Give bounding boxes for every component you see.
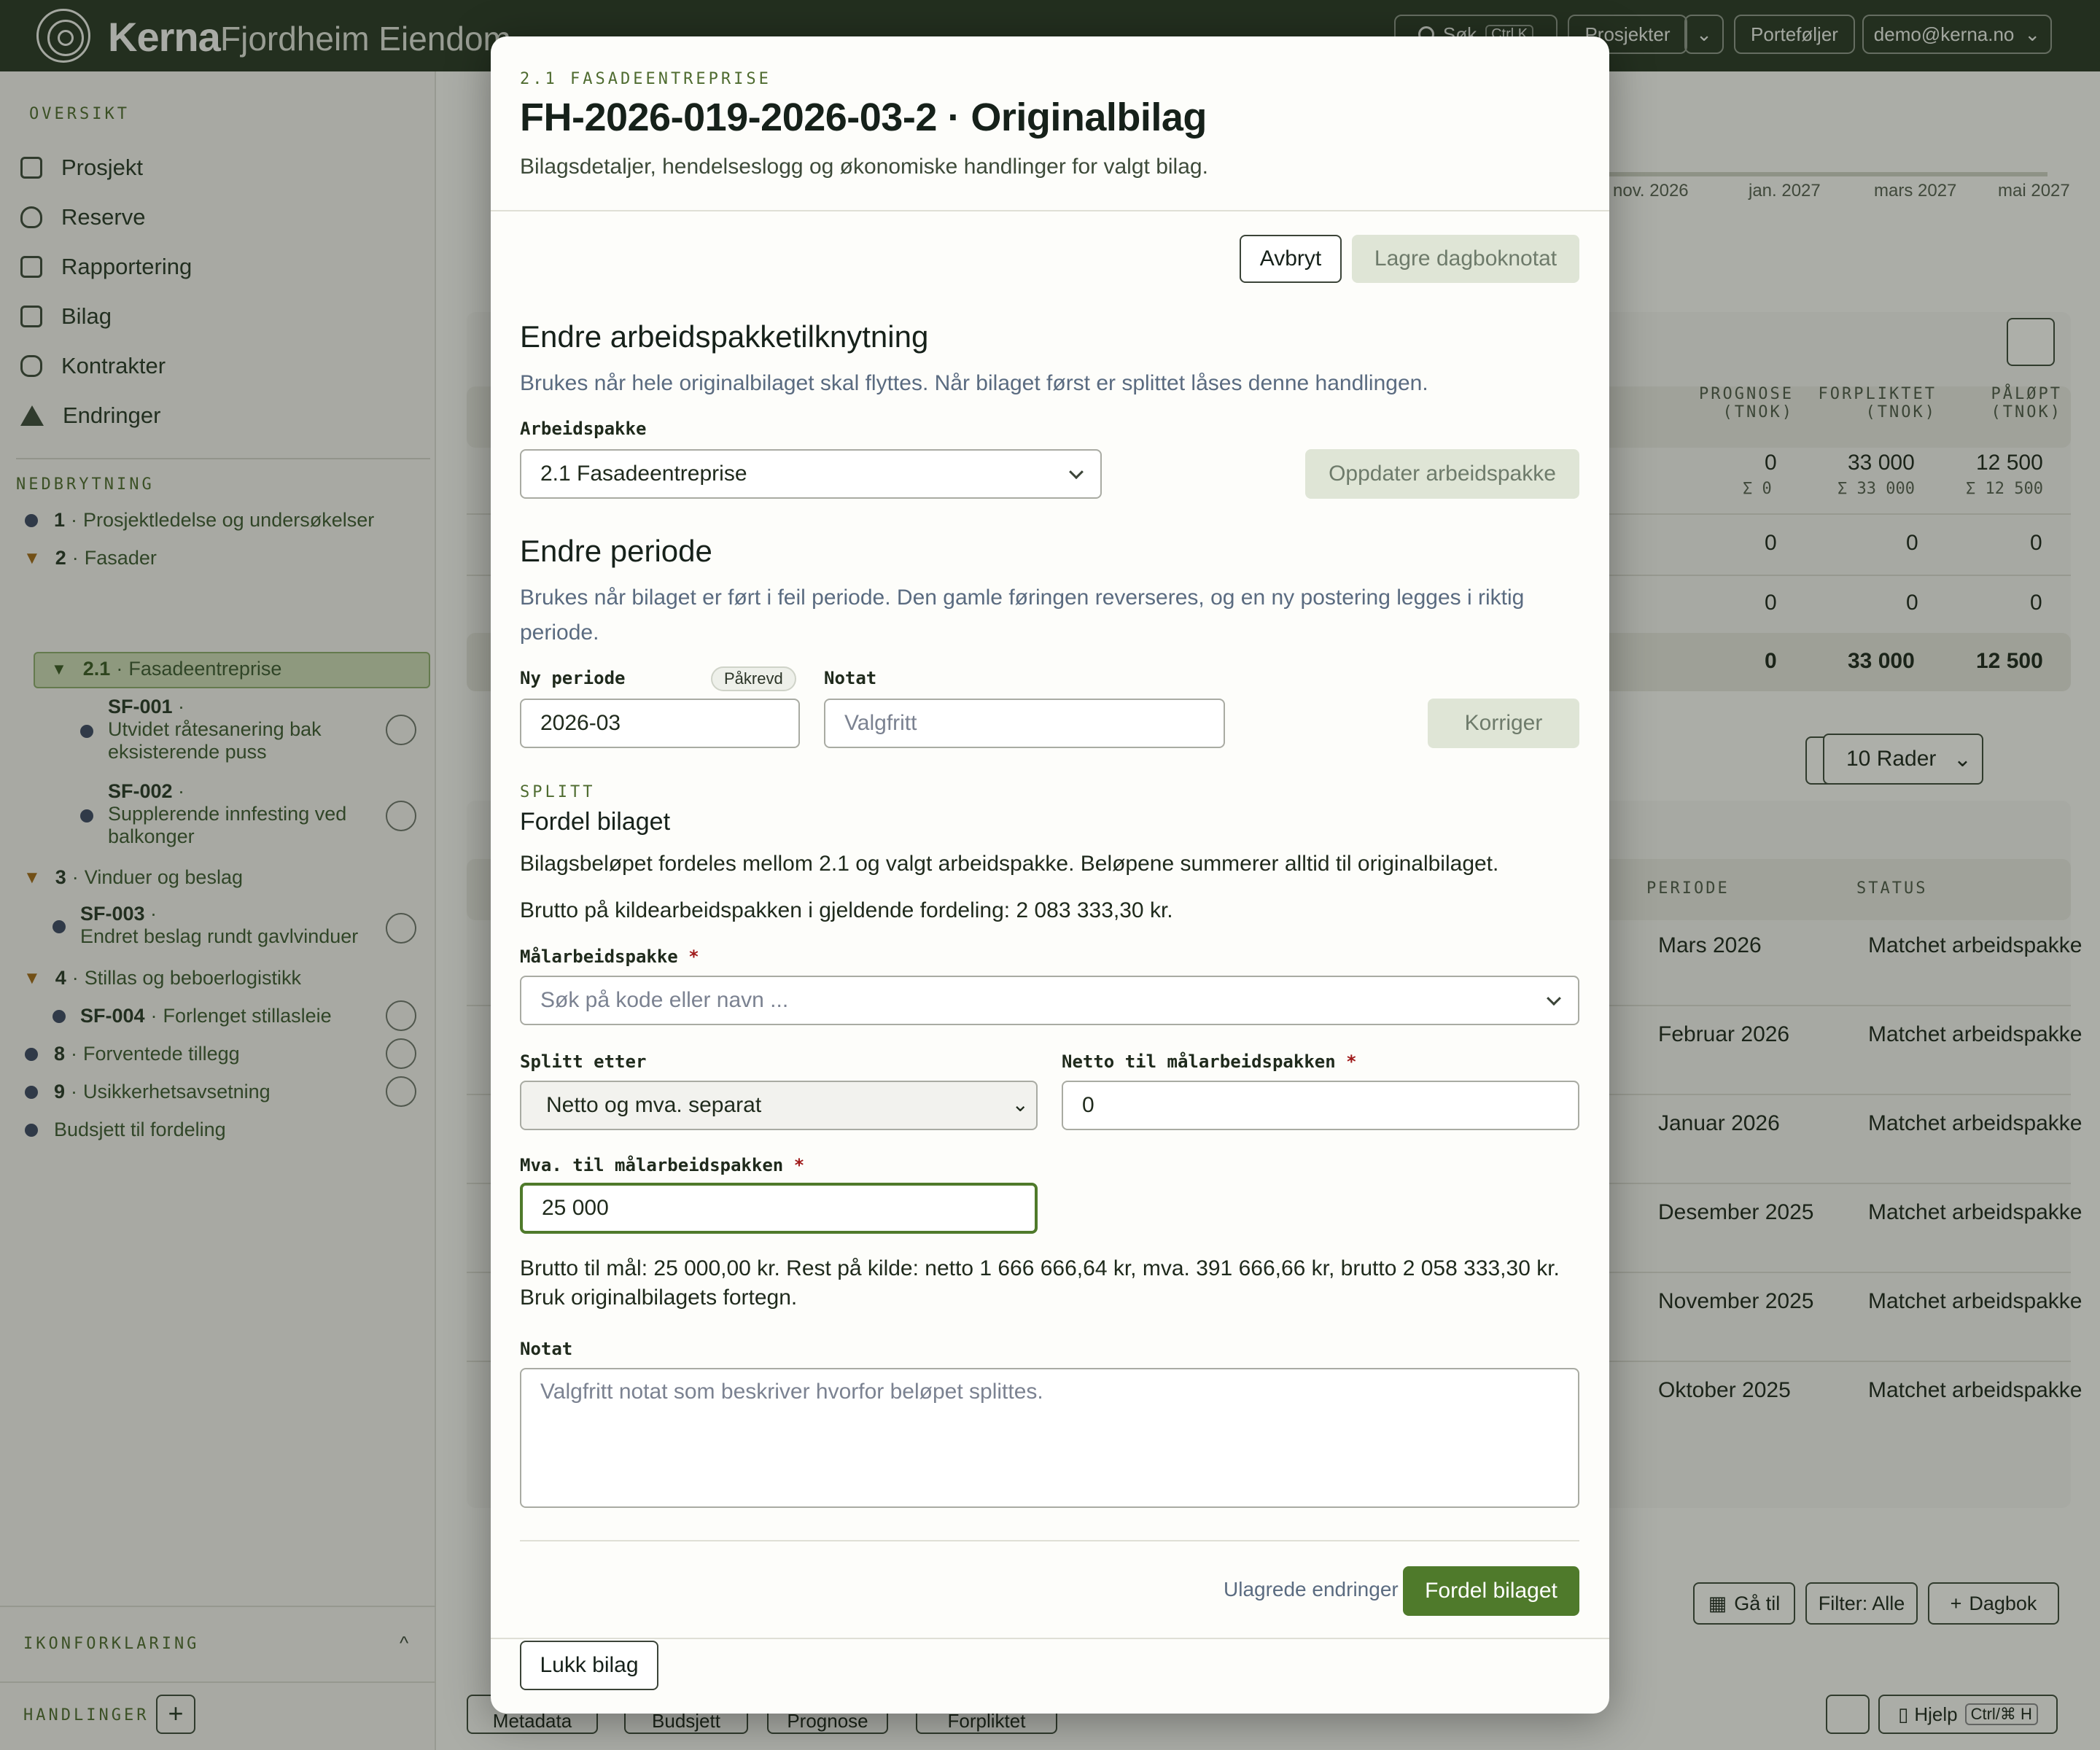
dialog-subtitle: Bilagsdetaljer, hendelseslogg og økonomi…	[520, 155, 1208, 179]
split-heading: Fordel bilaget	[520, 808, 671, 836]
split-by-select[interactable]: Netto og mva. separat ⌄	[520, 1081, 1038, 1130]
work-package-label: Arbeidspakke	[520, 419, 647, 439]
new-period-label: Ny periode	[520, 668, 626, 688]
unsaved-changes-text: Ulagrede endringer	[1224, 1578, 1399, 1601]
target-wp-search[interactable]: Søk på kode eller navn ...	[520, 976, 1579, 1025]
split-note-textarea[interactable]: Valgfritt notat som beskriver hvorfor be…	[520, 1368, 1579, 1508]
vat-to-target-label: Mva. til målarbeidspakken *	[520, 1155, 805, 1175]
split-by-label: Splitt etter	[520, 1051, 647, 1072]
chevron-down-icon	[1547, 991, 1561, 1006]
change-wp-description: Brukes når hele originalbilaget skal fly…	[520, 371, 1428, 395]
close-voucher-button[interactable]: Lukk bilag	[520, 1641, 658, 1690]
change-period-heading: Endre periode	[520, 534, 712, 568]
work-package-select[interactable]: 2.1 Fasadeentreprise	[520, 449, 1102, 499]
chevron-updown-icon: ⌄	[1011, 1093, 1029, 1116]
net-to-target-label: Netto til målarbeidspakken *	[1062, 1051, 1357, 1072]
split-eyebrow: SPLITT	[520, 783, 596, 801]
split-note-label: Notat	[520, 1339, 573, 1359]
change-wp-heading: Endre arbeidspakketilknytning	[520, 319, 929, 354]
change-period-description: Brukes når bilaget er ført i feil period…	[520, 586, 1525, 645]
vat-to-target-input[interactable]: 25 000	[520, 1183, 1038, 1234]
required-badge: Påkrevd	[711, 666, 796, 691]
dialog-eyebrow: 2.1 FASADEENTREPRISE	[520, 70, 771, 88]
chevron-down-icon	[1069, 464, 1084, 480]
period-note-label: Notat	[824, 668, 877, 688]
split-summary: Brutto til mål: 25 000,00 kr. Rest på ki…	[520, 1256, 1560, 1310]
new-period-input[interactable]: 2026-03	[520, 699, 800, 748]
source-gross-info: Brutto på kildearbeidspakken i gjeldende…	[520, 898, 1173, 922]
net-to-target-input[interactable]: 0	[1062, 1081, 1579, 1130]
split-voucher-button[interactable]: Fordel bilaget	[1403, 1566, 1579, 1616]
header-divider	[491, 210, 1609, 211]
correct-period-button[interactable]: Korriger	[1428, 699, 1579, 748]
target-wp-label: Målarbeidspakke *	[520, 946, 699, 967]
split-divider	[520, 1540, 1579, 1541]
cancel-button[interactable]: Avbryt	[1240, 235, 1342, 283]
footer-divider	[491, 1638, 1609, 1639]
save-diary-note-button[interactable]: Lagre dagboknotat	[1352, 235, 1579, 283]
period-note-input[interactable]: Valgfritt	[824, 699, 1225, 748]
dialog-title: FH-2026-019-2026-03-2 · Originalbilag	[520, 96, 1207, 139]
update-work-package-button[interactable]: Oppdater arbeidspakke	[1305, 449, 1579, 499]
split-description: Bilagsbeløpet fordeles mellom 2.1 og val…	[520, 852, 1499, 876]
voucher-dialog: 2.1 FASADEENTREPRISE FH-2026-019-2026-03…	[491, 36, 1609, 1714]
